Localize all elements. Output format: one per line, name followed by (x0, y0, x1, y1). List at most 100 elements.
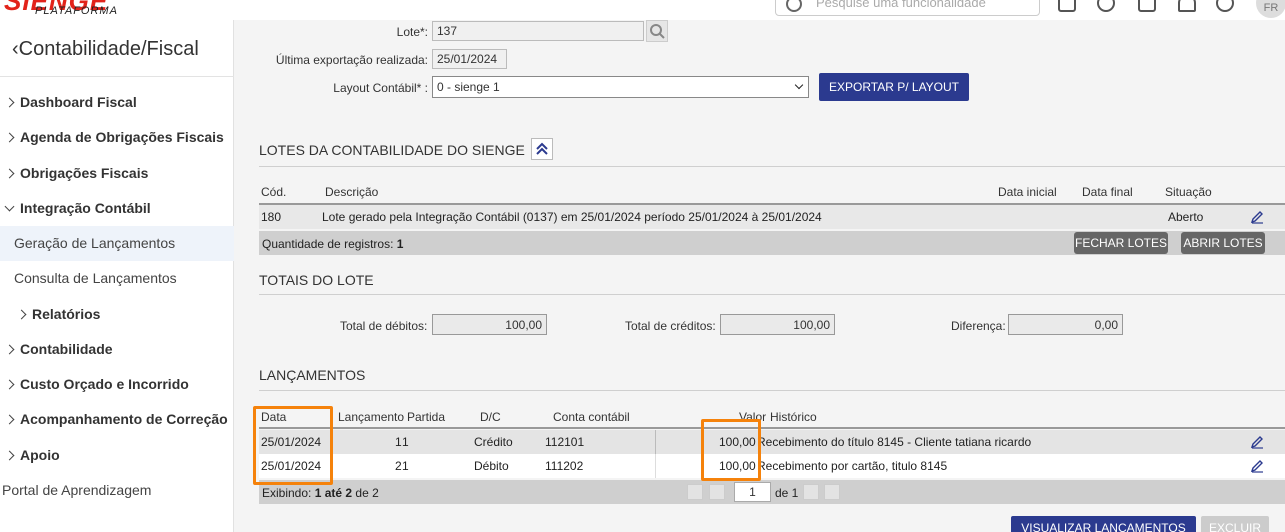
integration-icon[interactable] (1097, 0, 1115, 12)
sidebar-item-label: Obrigações Fiscais (20, 165, 149, 181)
sidebar-item-integracao[interactable]: Integração Contábil (4, 200, 151, 216)
abrir-lotes-button[interactable]: ABRIR LOTES (1181, 232, 1265, 254)
row-dc: Débito (474, 459, 509, 473)
col-header-dc[interactable]: D/C (480, 410, 501, 424)
chevron-right-icon (4, 132, 15, 143)
showing-of: de 2 (355, 486, 379, 500)
page-of: de 1 (775, 486, 799, 500)
sidebar-item-label: Agenda de Obrigações Fiscais (20, 129, 224, 145)
col-header-cod[interactable]: Cód. (261, 185, 286, 199)
record-count-label: Quantidade de registros: (262, 237, 394, 251)
chevron-right-icon (4, 168, 15, 179)
lote-input[interactable]: 137 (432, 21, 644, 41)
sidebar-item-apoio[interactable]: Apoio (4, 447, 60, 463)
search-placeholder: Pesquise uma funcionalidade (816, 0, 986, 10)
lote-cod: 180 (261, 210, 282, 224)
col-header-data-final[interactable]: Data final (1082, 185, 1133, 199)
row-lancamento: 1 (395, 435, 402, 449)
divider (0, 76, 234, 77)
table-row[interactable]: 25/01/2024 2 1 Débito 111202 100,00 Rece… (259, 454, 1285, 478)
chevron-right-icon (4, 379, 15, 390)
search-icon (786, 0, 802, 12)
col-header-historico[interactable]: Histórico (770, 410, 817, 424)
collapse-button[interactable] (531, 138, 553, 160)
record-count-value: 1 (396, 237, 404, 251)
double-chevron-up-icon (536, 142, 548, 155)
sidebar-item-portal[interactable]: Portal de Aprendizagem (2, 482, 151, 498)
edit-pencil-icon[interactable] (1250, 210, 1264, 224)
lote-situacao: Aberto (1168, 210, 1204, 224)
search-box[interactable]: Pesquise uma funcionalidade (775, 0, 1040, 16)
row-partida: 1 (402, 435, 409, 449)
sidebar-title[interactable]: ‹Contabilidade/Fiscal (12, 38, 199, 61)
sidebar-item-custo[interactable]: Custo Orçado e Incorrido (4, 376, 189, 392)
col-header-partida[interactable]: Partida (407, 410, 445, 424)
sidebar-item-geracao[interactable]: Geração de Lançamentos (0, 226, 234, 261)
layout-select-value: 0 - sienge 1 (437, 80, 500, 94)
edit-icon[interactable] (1058, 0, 1076, 12)
table-row[interactable]: 25/01/2024 1 1 Crédito 112101 100,00 Rec… (259, 430, 1285, 454)
divider (259, 427, 1285, 429)
highlight-box-data (253, 406, 333, 485)
chevron-right-icon (4, 450, 15, 461)
chevron-right-icon (4, 344, 15, 355)
search-icon (650, 24, 665, 39)
sidebar-item-relatorios[interactable]: Relatórios (16, 306, 100, 322)
layout-select[interactable]: 0 - sienge 1 (432, 76, 809, 98)
chevron-right-icon (4, 414, 15, 425)
sidebar-item-contabilidade[interactable]: Contabilidade (4, 341, 113, 357)
total-creditos-label: Total de créditos: (625, 319, 716, 333)
record-count: Quantidade de registros: 1 (262, 237, 403, 251)
sidebar-item-obrigacoes[interactable]: Obrigações Fiscais (4, 165, 149, 181)
sidebar-item-dashboard-fiscal[interactable]: Dashboard Fiscal (4, 94, 137, 110)
table-row[interactable]: 180 Lote gerado pela Integração Contábil… (259, 205, 1285, 229)
col-header-lancamento[interactable]: Lançamento (338, 410, 404, 424)
row-partida: 1 (402, 459, 409, 473)
row-historico: Recebimento do título 8145 - Cliente tat… (757, 435, 1032, 449)
edit-pencil-icon[interactable] (1250, 435, 1264, 449)
prev-page-icon[interactable] (709, 484, 725, 500)
col-header-situacao[interactable]: Situação (1165, 185, 1212, 199)
total-creditos-value: 100,00 (720, 314, 835, 335)
showing-text: Exibindo: 1 até 2 de 2 (262, 486, 379, 500)
bell-icon[interactable] (1178, 0, 1196, 12)
lote-search-button[interactable] (646, 20, 668, 42)
sidebar-item-label: Contabilidade (20, 341, 113, 357)
lancamentos-footer: Exibindo: 1 até 2 de 2 1 de 1 (259, 480, 1285, 504)
lotes-title: LOTES DA CONTABILIDADE DO SIENGE (259, 142, 525, 158)
visualizar-lancamentos-button[interactable]: VISUALIZAR LANÇAMENTOS (1011, 516, 1196, 532)
first-page-icon[interactable] (687, 484, 703, 500)
last-page-icon[interactable] (824, 484, 840, 500)
flag-icon[interactable] (1138, 0, 1156, 12)
sidebar-item-agenda[interactable]: Agenda de Obrigações Fiscais (4, 129, 224, 145)
export-layout-button[interactable]: EXPORTAR P/ LAYOUT (819, 73, 969, 101)
sidebar-item-label: Dashboard Fiscal (20, 94, 137, 110)
help-icon[interactable] (1216, 0, 1234, 12)
showing-range: 1 até 2 (314, 486, 353, 500)
chevron-down-icon (794, 80, 804, 90)
col-header-conta[interactable]: Conta contábil (553, 410, 630, 424)
diferenca-label: Diferença: (951, 319, 1006, 333)
sidebar-item-label: Custo Orçado e Incorrido (20, 376, 189, 392)
sidebar-item-label: Acompanhamento de Correção (20, 411, 228, 427)
edit-pencil-icon[interactable] (1250, 459, 1264, 473)
page-input[interactable]: 1 (734, 482, 771, 502)
row-dc: Crédito (474, 435, 513, 449)
col-header-descricao[interactable]: Descrição (325, 185, 378, 199)
excluir-button[interactable]: EXCLUIR (1201, 516, 1269, 532)
divider (259, 166, 1285, 167)
totais-title: TOTAIS DO LOTE (259, 272, 374, 288)
row-lancamento: 2 (395, 459, 402, 473)
highlight-box-valor (701, 419, 761, 481)
sidebar-item-acompanhamento[interactable]: Acompanhamento de Correção (4, 411, 228, 427)
fechar-lotes-button[interactable]: FECHAR LOTES (1074, 232, 1168, 254)
lancamentos-title: LANÇAMENTOS (259, 367, 366, 383)
sidebar-item-consulta[interactable]: Consulta de Lançamentos (14, 270, 177, 286)
col-header-data-inicial[interactable]: Data inicial (998, 185, 1057, 199)
row-conta: 112101 (545, 435, 585, 449)
next-page-icon[interactable] (803, 484, 819, 500)
avatar[interactable]: FR (1256, 0, 1285, 18)
divider (259, 390, 1285, 391)
back-chevron-icon[interactable]: ‹ (12, 38, 19, 60)
chevron-right-icon (16, 309, 27, 320)
